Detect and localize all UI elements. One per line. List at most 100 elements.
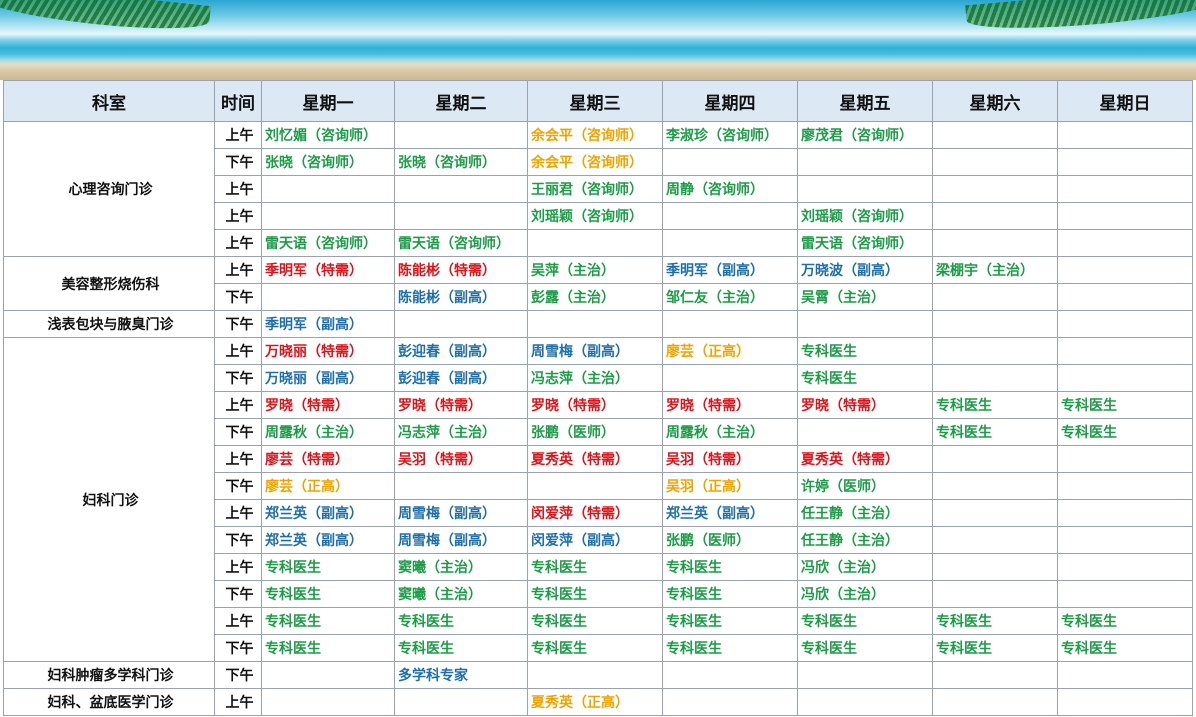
- doctor-cell: 彭迎春（副高）: [394, 337, 528, 365]
- doctor-cell: 专科医生: [527, 634, 663, 662]
- doctor-cell: 周雪梅（副高）: [394, 499, 528, 527]
- doctor-cell: [261, 175, 395, 203]
- doctor-cell: 李淑珍（咨询师）: [662, 121, 798, 149]
- time-cell: 上午: [214, 202, 262, 230]
- time-cell: 上午: [214, 175, 262, 203]
- doctor-cell: [932, 472, 1058, 500]
- doctor-cell: 陈能彬（副高）: [394, 283, 528, 311]
- doctor-cell: [1057, 661, 1193, 689]
- doctor-cell: [662, 310, 798, 338]
- doctor-cell: [932, 337, 1058, 365]
- time-cell: 上午: [214, 607, 262, 635]
- doctor-cell: 周雪梅（副高）: [527, 337, 663, 365]
- col-header-dept: 科室: [3, 80, 215, 122]
- doctor-cell: [394, 121, 528, 149]
- time-cell: 下午: [214, 148, 262, 176]
- time-cell: 上午: [214, 445, 262, 473]
- doctor-cell: 闵爱萍（副高）: [527, 526, 663, 554]
- doctor-cell: [1057, 283, 1193, 311]
- doctor-cell: [932, 310, 1058, 338]
- doctor-cell: 专科医生: [797, 364, 933, 392]
- doctor-cell: [261, 283, 395, 311]
- doctor-cell: [394, 175, 528, 203]
- time-cell: 上午: [214, 229, 262, 257]
- doctor-cell: 张晓（咨询师）: [394, 148, 528, 176]
- time-cell: 下午: [214, 634, 262, 662]
- doctor-cell: 万晓波（副高）: [797, 256, 933, 284]
- doctor-cell: 张晓（咨询师）: [261, 148, 395, 176]
- doctor-cell: [394, 202, 528, 230]
- time-cell: 上午: [214, 337, 262, 365]
- doctor-cell: 廖茂君（咨询师）: [797, 121, 933, 149]
- doctor-cell: [932, 202, 1058, 230]
- doctor-cell: 刘瑶颖（咨询师）: [527, 202, 663, 230]
- table-row: 美容整形烧伤科 上午 季明军（特需） 陈能彬（特需） 吴萍（主治） 季明军（副高） 万晓波（…: [3, 256, 1193, 311]
- doctor-cell: [932, 175, 1058, 203]
- doctor-cell: 专科医生: [797, 337, 933, 365]
- doctor-cell: [797, 310, 933, 338]
- doctor-cell: [932, 148, 1058, 176]
- doctor-cell: 万晓丽（副高）: [261, 364, 395, 392]
- doctor-cell: 任王静（主治）: [797, 499, 933, 527]
- doctor-cell: 专科医生: [662, 553, 798, 581]
- doctor-cell: [797, 661, 933, 689]
- doctor-cell: [662, 364, 798, 392]
- doctor-cell: 冯志萍（主治）: [394, 418, 528, 446]
- doctor-cell: 专科医生: [1057, 418, 1193, 446]
- doctor-cell: 专科医生: [797, 607, 933, 635]
- doctor-cell: 专科医生: [797, 634, 933, 662]
- doctor-cell: 任王静（主治）: [797, 526, 933, 554]
- doctor-cell: 周露秋（主治）: [261, 418, 395, 446]
- doctor-cell: [797, 688, 933, 716]
- doctor-cell: 郑兰英（副高）: [662, 499, 798, 527]
- doctor-cell: [797, 175, 933, 203]
- col-header-mon: 星期一: [261, 80, 395, 122]
- doctor-cell: [1057, 175, 1193, 203]
- doctor-cell: 余会平（咨询师）: [527, 148, 663, 176]
- doctor-cell: 专科医生: [261, 553, 395, 581]
- doctor-cell: 夏秀英（特需）: [797, 445, 933, 473]
- doctor-cell: [261, 688, 395, 716]
- doctor-cell: 季明军（副高）: [662, 256, 798, 284]
- doctor-cell: 周露秋（主治）: [662, 418, 798, 446]
- doctor-cell: 许婷（医师）: [797, 472, 933, 500]
- doctor-cell: [1057, 337, 1193, 365]
- doctor-cell: 郑兰英（副高）: [261, 499, 395, 527]
- col-header-time: 时间: [214, 80, 262, 122]
- doctor-cell: [797, 148, 933, 176]
- doctor-cell: [1057, 472, 1193, 500]
- doctor-cell: 专科医生: [932, 607, 1058, 635]
- doctor-cell: 廖芸（正高）: [261, 472, 395, 500]
- doctor-cell: 郑兰英（副高）: [261, 526, 395, 554]
- doctor-cell: 专科医生: [261, 607, 395, 635]
- doctor-cell: 专科医生: [527, 553, 663, 581]
- doctor-cell: 陈能彬（特需）: [394, 256, 528, 284]
- doctor-cell: 罗晓（特需）: [394, 391, 528, 419]
- col-header-sat: 星期六: [932, 80, 1058, 122]
- time-cell: 上午: [214, 391, 262, 419]
- doctor-cell: [1057, 148, 1193, 176]
- schedule-table: 科室 时间 星期一 星期二 星期三 星期四 星期五 星期六 星期日 心理咨询门诊…: [3, 80, 1193, 716]
- doctor-cell: 廖芸（正高）: [662, 337, 798, 365]
- time-cell: 上午: [214, 256, 262, 284]
- doctor-cell: 专科医生: [527, 607, 663, 635]
- doctor-cell: 专科医生: [932, 634, 1058, 662]
- time-cell: 下午: [214, 283, 262, 311]
- doctor-cell: 闵爱萍（特需）: [527, 499, 663, 527]
- doctor-cell: 专科医生: [932, 418, 1058, 446]
- doctor-cell: [261, 661, 395, 689]
- time-cell: 下午: [214, 364, 262, 392]
- doctor-cell: [1057, 688, 1193, 716]
- doctor-cell: [662, 202, 798, 230]
- dept-cell: 妇科肿瘤多学科门诊: [3, 661, 215, 689]
- doctor-cell: [1057, 580, 1193, 608]
- doctor-cell: [1057, 121, 1193, 149]
- doctor-cell: [527, 310, 663, 338]
- col-header-wed: 星期三: [527, 80, 663, 122]
- doctor-cell: 邹仁友（主治）: [662, 283, 798, 311]
- doctor-cell: 专科医生: [662, 607, 798, 635]
- doctor-cell: [1057, 202, 1193, 230]
- dept-cell: 心理咨询门诊: [3, 121, 215, 257]
- col-header-fri: 星期五: [797, 80, 933, 122]
- doctor-cell: [932, 526, 1058, 554]
